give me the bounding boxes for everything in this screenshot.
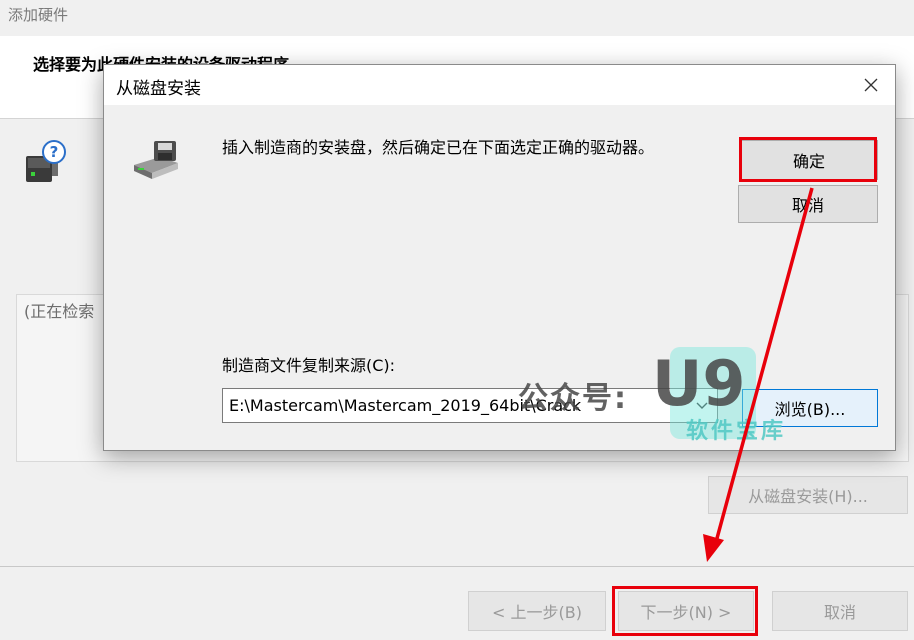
dialog-titlebar: 从磁盘安装 bbox=[104, 65, 895, 105]
wizard-title: 添加硬件 bbox=[8, 6, 69, 24]
wizard-cancel-button[interactable]: 取消 bbox=[772, 591, 908, 631]
close-button[interactable] bbox=[857, 71, 885, 99]
have-disk-button[interactable]: 从磁盘安装(H)... bbox=[708, 476, 908, 514]
dialog-message: 插入制造商的安装盘，然后确定已在下面选定正确的驱动器。 bbox=[222, 138, 655, 157]
back-button[interactable]: < 上一步(B) bbox=[468, 591, 606, 631]
dialog-cancel-button[interactable]: 取消 bbox=[738, 185, 878, 223]
device-help-icon: ? bbox=[22, 138, 68, 186]
svg-text:?: ? bbox=[50, 143, 59, 161]
install-from-disk-dialog: 从磁盘安装 插入制造商的安装盘，然后确定已在下面选定正确的驱动器。 确定 取消 … bbox=[103, 64, 896, 451]
chevron-down-icon bbox=[696, 402, 708, 409]
floppy-disk-icon bbox=[130, 139, 180, 181]
dialog-title: 从磁盘安装 bbox=[116, 79, 201, 99]
next-button[interactable]: 下一步(N) > bbox=[618, 591, 754, 631]
wizard-separator bbox=[0, 566, 914, 567]
source-path-input[interactable] bbox=[223, 396, 689, 415]
list-status-text: (正在检索 bbox=[24, 302, 95, 321]
source-dropdown-button[interactable] bbox=[687, 389, 717, 422]
browse-button[interactable]: 浏览(B)... bbox=[742, 389, 878, 427]
source-label: 制造商文件复制来源(C): bbox=[222, 356, 396, 375]
close-icon bbox=[864, 78, 878, 92]
source-combobox[interactable] bbox=[222, 388, 718, 423]
ok-button[interactable]: 确定 bbox=[740, 140, 878, 180]
